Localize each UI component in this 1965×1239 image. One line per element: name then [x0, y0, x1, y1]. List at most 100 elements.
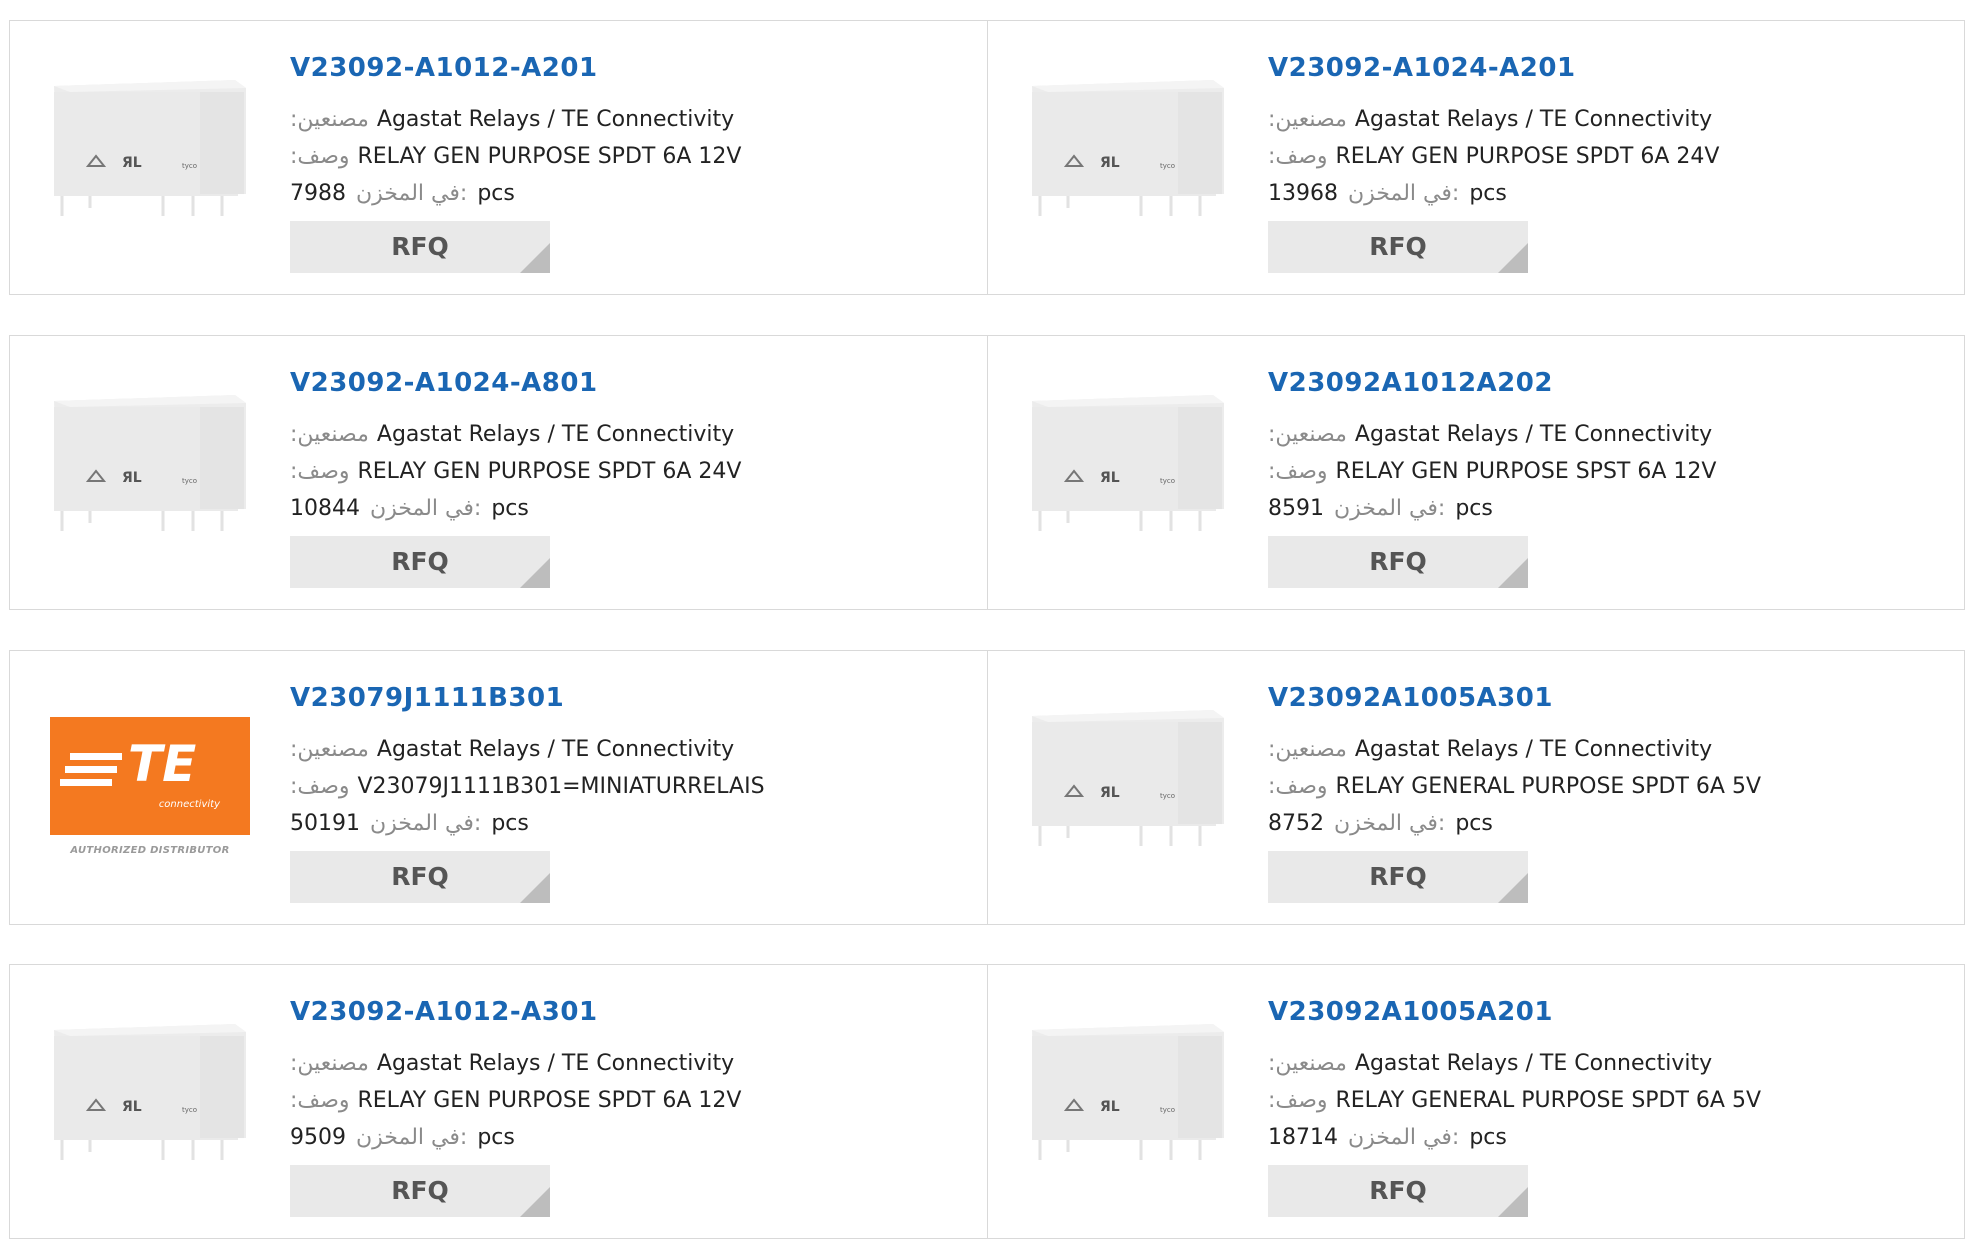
stock-label: في المخزن: [356, 1125, 468, 1150]
rfq-label: RFQ [1369, 232, 1427, 261]
description-label: :وصف [290, 1088, 350, 1113]
product-info: V23092A1005A201 :مصنعين Agastat Relays / … [1268, 993, 1954, 1156]
description-label: :وصف [1268, 774, 1328, 799]
stock-line: 9509 في المخزن: pcs [290, 1119, 977, 1156]
stock-line: 50191 في المخزن: pcs [290, 805, 977, 842]
product-thumbnail[interactable]: ЯL tyco [1028, 66, 1228, 246]
description-line: :وصف V23079J1111B301=MINIATURRELAIS [290, 768, 977, 805]
description-label: :وصف [290, 459, 350, 484]
description-label: :وصف [1268, 144, 1328, 169]
stock-label: في المخزن: [1348, 1125, 1460, 1150]
description-line: :وصف RELAY GENERAL PURPOSE SPDT 6A 5V [1268, 1082, 1954, 1119]
te-authorized-distributor-logo: TE connectivity AUTHORIZED DISTRIBUTOR [50, 716, 250, 856]
rfq-corner-decoration [1498, 558, 1528, 588]
manufacturer-line: :مصنعين Agastat Relays / TE Connectivity [1268, 416, 1954, 453]
stock-value: 13968 [1268, 181, 1338, 206]
manufacturer-value: Agastat Relays / TE Connectivity [376, 737, 735, 762]
manufacturer-value: Agastat Relays / TE Connectivity [376, 107, 735, 132]
rfq-label: RFQ [1369, 862, 1427, 891]
stock-value: 8591 [1268, 496, 1324, 521]
product-part-link[interactable]: V23079J1111B301 [290, 679, 977, 717]
manufacturer-value: Agastat Relays / TE Connectivity [1354, 422, 1713, 447]
manufacturer-line: :مصنعين Agastat Relays / TE Connectivity [290, 416, 977, 453]
rfq-button[interactable]: RFQ [1268, 1165, 1528, 1217]
manufacturer-label: :مصنعين [290, 107, 369, 132]
pcs-unit: pcs [1455, 496, 1493, 521]
description-line: :وصف RELAY GEN PURPOSE SPDT 6A 12V [290, 1082, 977, 1119]
product-part-link[interactable]: V23092-A1012-A201 [290, 49, 977, 87]
svg-text:tyco: tyco [1160, 792, 1175, 800]
product-row: ЯL tyco V23092-A1012-A301 :مصنعين Agastat… [9, 964, 1965, 1239]
stock-line: 7988 في المخزن: pcs [290, 175, 977, 212]
description-value: RELAY GEN PURPOSE SPDT 6A 24V [357, 459, 742, 484]
description-line: :وصف RELAY GENERAL PURPOSE SPDT 6A 5V [1268, 768, 1954, 805]
svg-text:ЯL: ЯL [1100, 155, 1120, 171]
svg-text:tyco: tyco [1160, 477, 1175, 485]
manufacturer-label: :مصنعين [1268, 737, 1347, 762]
product-info: V23079J1111B301 :مصنعين Agastat Relays / … [290, 679, 977, 842]
product-row: TE connectivity AUTHORIZED DISTRIBUTOR V… [9, 650, 1965, 925]
stock-line: 13968 في المخزن: pcs [1268, 175, 1954, 212]
product-part-link[interactable]: V23092A1012A202 [1268, 364, 1954, 402]
svg-text:tyco: tyco [182, 162, 197, 170]
description-line: :وصف RELAY GEN PURPOSE SPST 6A 12V [1268, 453, 1954, 490]
product-thumbnail[interactable]: ЯL tyco [1028, 381, 1228, 561]
product-thumbnail[interactable]: ЯL tyco [50, 381, 250, 561]
product-part-link[interactable]: V23092-A1024-A201 [1268, 49, 1954, 87]
rfq-button[interactable]: RFQ [1268, 221, 1528, 273]
rfq-button[interactable]: RFQ [1268, 536, 1528, 588]
pcs-unit: pcs [1469, 181, 1507, 206]
stock-line: 18714 في المخزن: pcs [1268, 1119, 1954, 1156]
rfq-corner-decoration [520, 243, 550, 273]
rfq-button[interactable]: RFQ [290, 1165, 550, 1217]
rfq-corner-decoration [520, 558, 550, 588]
manufacturer-line: :مصنعين Agastat Relays / TE Connectivity [1268, 731, 1954, 768]
product-info: V23092A1012A202 :مصنعين Agastat Relays / … [1268, 364, 1954, 527]
stock-line: 10844 في المخزن: pcs [290, 490, 977, 527]
rfq-button[interactable]: RFQ [290, 536, 550, 588]
product-info: V23092A1005A301 :مصنعين Agastat Relays / … [1268, 679, 1954, 842]
product-info: V23092-A1012-A201 :مصنعين Agastat Relays … [290, 49, 977, 212]
stock-label: في المخزن: [356, 181, 468, 206]
product-thumbnail[interactable]: ЯL tyco [1028, 1010, 1228, 1190]
svg-text:tyco: tyco [1160, 1106, 1175, 1114]
product-part-link[interactable]: V23092-A1012-A301 [290, 993, 977, 1031]
svg-text:ЯL: ЯL [1100, 1099, 1120, 1115]
product-part-link[interactable]: V23092A1005A201 [1268, 993, 1954, 1031]
product-card: ЯL tyco V23092-A1012-A301 :مصنعين Agastat… [10, 965, 987, 1238]
product-card: ЯL tyco V23092-A1012-A201 :مصنعين Agastat… [10, 21, 987, 294]
relay-image: ЯL tyco [1032, 80, 1224, 216]
manufacturer-label: :مصنعين [1268, 1051, 1347, 1076]
authorized-distributor-text: AUTHORIZED DISTRIBUTOR [70, 844, 230, 856]
description-value: RELAY GEN PURPOSE SPST 6A 12V [1335, 459, 1717, 484]
manufacturer-line: :مصنعين Agastat Relays / TE Connectivity [290, 101, 977, 138]
manufacturer-line: :مصنعين Agastat Relays / TE Connectivity [1268, 1045, 1954, 1082]
rfq-label: RFQ [391, 1176, 449, 1205]
description-value: RELAY GEN PURPOSE SPDT 6A 12V [357, 144, 742, 169]
product-part-link[interactable]: V23092A1005A301 [1268, 679, 1954, 717]
rfq-button[interactable]: RFQ [1268, 851, 1528, 903]
relay-image: ЯL tyco [1032, 395, 1224, 531]
manufacturer-label: :مصنعين [1268, 107, 1347, 132]
description-value: RELAY GEN PURPOSE SPDT 6A 24V [1335, 144, 1720, 169]
product-thumbnail[interactable]: ЯL tyco [1028, 696, 1228, 876]
description-line: :وصف RELAY GEN PURPOSE SPDT 6A 12V [290, 138, 977, 175]
relay-image: ЯL tyco [54, 80, 246, 216]
rfq-label: RFQ [1369, 1176, 1427, 1205]
manufacturer-label: :مصنعين [290, 737, 369, 762]
product-thumbnail[interactable]: ЯL tyco [50, 1010, 250, 1190]
stock-label: في المخزن: [1334, 811, 1446, 836]
rfq-corner-decoration [1498, 1187, 1528, 1217]
product-info: V23092-A1024-A801 :مصنعين Agastat Relays … [290, 364, 977, 527]
rfq-label: RFQ [391, 547, 449, 576]
rfq-button[interactable]: RFQ [290, 221, 550, 273]
product-thumbnail[interactable]: TE connectivity AUTHORIZED DISTRIBUTOR [50, 696, 250, 876]
manufacturer-value: Agastat Relays / TE Connectivity [376, 1051, 735, 1076]
product-card: ЯL tyco V23092-A1024-A801 :مصنعين Agastat… [10, 336, 987, 609]
product-row: ЯL tyco V23092-A1012-A201 :مصنعين Agastat… [9, 20, 1965, 295]
product-thumbnail[interactable]: ЯL tyco [50, 66, 250, 246]
product-info: V23092-A1024-A201 :مصنعين Agastat Relays … [1268, 49, 1954, 212]
product-part-link[interactable]: V23092-A1024-A801 [290, 364, 977, 402]
rfq-button[interactable]: RFQ [290, 851, 550, 903]
description-label: :وصف [290, 144, 350, 169]
